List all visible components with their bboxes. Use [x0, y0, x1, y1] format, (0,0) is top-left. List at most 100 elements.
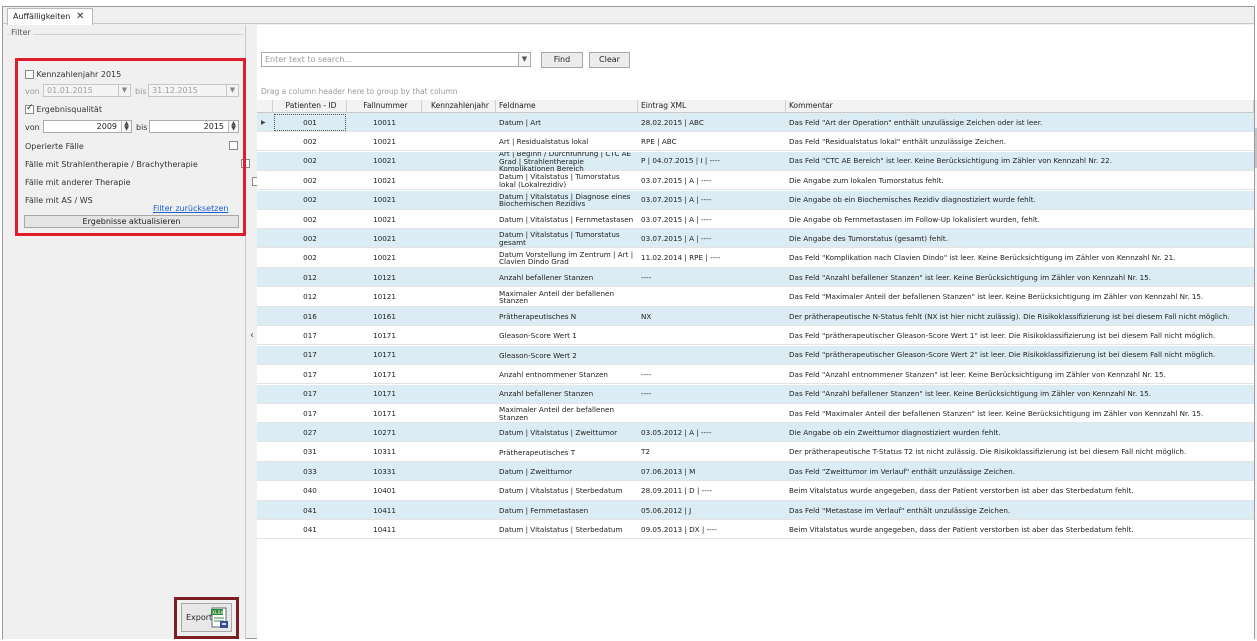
cell-eintrag-xml[interactable]: 28.02.2015 | ABC	[638, 113, 786, 132]
cell-fallnummer[interactable]: 10121	[347, 288, 422, 307]
cell-kennzahlenjahr[interactable]	[422, 132, 496, 151]
cell-kommentar[interactable]: Das Feld "Anzahl befallener Stanzen" ist…	[786, 268, 1254, 287]
table-row[interactable]: 002 10021 Datum | Vitalstatus | Tumorstatu…	[257, 171, 1254, 191]
cell-kennzahlenjahr[interactable]	[422, 385, 496, 404]
cell-kommentar[interactable]: Der prätherapeutische N-Status fehlt (NX…	[786, 307, 1254, 326]
table-row[interactable]: ▶ 001 10011 Datum | Art 28.02.2015 | ABC Das …	[257, 113, 1254, 132]
cell-kennzahlenjahr[interactable]	[422, 210, 496, 229]
table-row[interactable]: 012 10121 Maximaler Anteil der befallenen …	[257, 288, 1254, 307]
cell-patienten-id[interactable]: 012	[273, 268, 347, 287]
cell-eintrag-xml[interactable]: 03.07.2015 | A | ----	[638, 191, 786, 210]
column-header-kennzahlenjahr[interactable]: Kennzahlenjahr	[422, 100, 496, 113]
cell-fallnummer[interactable]: 10021	[347, 210, 422, 229]
filter-reset-link[interactable]: Filter zurücksetzen	[153, 204, 228, 213]
cell-eintrag-xml[interactable]: ----	[638, 268, 786, 287]
cell-fallnummer[interactable]: 10171	[347, 385, 422, 404]
cell-patienten-id[interactable]: 033	[273, 462, 347, 481]
cell-kennzahlenjahr[interactable]	[422, 249, 496, 268]
cell-kennzahlenjahr[interactable]	[422, 346, 496, 365]
cell-feldname[interactable]: Prätherapeutisches N	[496, 307, 638, 326]
cell-kommentar[interactable]: Beim Vitalstatus wurde angegeben, dass d…	[786, 520, 1254, 539]
table-row[interactable]: 002 10021 Datum | Vitalstatus | Diagnose e…	[257, 190, 1254, 210]
column-header-eintrag-xml[interactable]: Eintrag XML	[638, 100, 786, 113]
cell-patienten-id[interactable]: 002	[273, 210, 347, 229]
search-input[interactable]: Enter text to search...	[261, 52, 519, 67]
cell-fallnummer[interactable]: 10171	[347, 404, 422, 423]
cell-eintrag-xml[interactable]: 28.09.2011 | D | ----	[638, 482, 786, 501]
cell-feldname[interactable]: Datum | Zweittumor	[496, 462, 638, 481]
cell-feldname[interactable]: Datum Vorstellung im Zentrum | Art | Cla…	[496, 249, 638, 268]
table-row[interactable]: 002 10021 Datum | Vitalstatus | Tumorstatu…	[257, 229, 1254, 249]
cell-patienten-id[interactable]: 041	[273, 501, 347, 520]
cell-patienten-id[interactable]: 002	[273, 152, 347, 171]
cell-patienten-id[interactable]: 002	[273, 132, 347, 151]
cell-kennzahlenjahr[interactable]	[422, 365, 496, 384]
cell-eintrag-xml[interactable]	[638, 288, 786, 307]
cell-fallnummer[interactable]: 10171	[347, 365, 422, 384]
table-row[interactable]: 017 10171 Maximaler Anteil der befallenen …	[257, 404, 1254, 423]
cell-eintrag-xml[interactable]	[638, 326, 786, 345]
table-row[interactable]: 040 10401 Datum | Vitalstatus | Sterbedatu…	[257, 482, 1254, 501]
cell-kommentar[interactable]: Das Feld "Komplikation nach Clavien Dind…	[786, 249, 1254, 268]
close-icon[interactable]: ✕	[76, 11, 84, 22]
cell-fallnummer[interactable]: 10121	[347, 268, 422, 287]
cell-kennzahlenjahr[interactable]	[422, 501, 496, 520]
cell-kennzahlenjahr[interactable]	[422, 404, 496, 423]
cell-feldname[interactable]: Anzahl entnommener Stanzen	[496, 365, 638, 384]
table-row[interactable]: 041 10411 Datum | Fernmetastasen 05.06.2012…	[257, 501, 1254, 520]
cell-eintrag-xml[interactable]: P | 04.07.2015 | I | ----	[638, 152, 786, 171]
update-results-button[interactable]: Ergebnisse aktualisieren	[24, 215, 239, 228]
cell-kennzahlenjahr[interactable]	[422, 443, 496, 462]
cell-kommentar[interactable]: Das Feld "prätherapeutischer Gleason-Sco…	[786, 326, 1254, 345]
cell-kommentar[interactable]: Die Angabe zum lokalen Tumorstatus fehlt…	[786, 171, 1254, 190]
cell-kommentar[interactable]: Das Feld "Zweittumor im Verlauf" enthält…	[786, 462, 1254, 481]
cell-feldname[interactable]: Anzahl befallener Stanzen	[496, 385, 638, 404]
cell-feldname[interactable]: Datum | Vitalstatus | Tumorstatus lokal …	[496, 171, 638, 190]
cell-patienten-id[interactable]: 017	[273, 326, 347, 345]
cell-kennzahlenjahr[interactable]	[422, 520, 496, 539]
cell-fallnummer[interactable]: 10021	[347, 132, 422, 151]
cell-patienten-id[interactable]: 002	[273, 171, 347, 190]
cell-kommentar[interactable]: Das Feld "prätherapeutischer Gleason-Sco…	[786, 346, 1254, 365]
cell-fallnummer[interactable]: 10271	[347, 423, 422, 442]
cell-feldname[interactable]: Art | Beginn / Durchführung | CTC AE Gra…	[496, 152, 638, 171]
cell-kennzahlenjahr[interactable]	[422, 423, 496, 442]
cell-kommentar[interactable]: Das Feld "Metastase im Verlauf" enthält …	[786, 501, 1254, 520]
cell-kommentar[interactable]: Das Feld "Art der Operation" enthält unz…	[786, 113, 1254, 132]
cell-patienten-id[interactable]: 017	[273, 404, 347, 423]
column-header-feldname[interactable]: Feldname	[496, 100, 638, 113]
cell-kennzahlenjahr[interactable]	[422, 326, 496, 345]
cell-eintrag-xml[interactable]: ----	[638, 385, 786, 404]
cell-kennzahlenjahr[interactable]	[422, 191, 496, 210]
cell-kennzahlenjahr[interactable]	[422, 307, 496, 326]
cell-eintrag-xml[interactable]: RPE | ABC	[638, 132, 786, 151]
cell-eintrag-xml[interactable]: 03.07.2015 | A | ----	[638, 210, 786, 229]
cell-eintrag-xml[interactable]: NX	[638, 307, 786, 326]
table-row[interactable]: 016 10161 Prätherapeutisches N NX Der präthe…	[257, 307, 1254, 326]
cell-patienten-id[interactable]: 017	[273, 365, 347, 384]
cell-fallnummer[interactable]: 10171	[347, 326, 422, 345]
table-row[interactable]: 033 10331 Datum | Zweittumor 07.06.2013 | M…	[257, 462, 1254, 482]
cell-feldname[interactable]: Datum | Art	[496, 113, 638, 132]
cell-kennzahlenjahr[interactable]	[422, 152, 496, 171]
chevron-down-icon[interactable]: ▼	[519, 52, 531, 67]
cell-kennzahlenjahr[interactable]	[422, 229, 496, 248]
cell-feldname[interactable]: Gleason-Score Wert 1	[496, 326, 638, 345]
cell-kommentar[interactable]: Die Angabe ob ein Zweittumor diagnostizi…	[786, 423, 1254, 442]
cell-kommentar[interactable]: Das Feld "Residualstatus lokal" enthält …	[786, 132, 1254, 151]
cell-patienten-id[interactable]: 031	[273, 443, 347, 462]
table-row[interactable]: 012 10121 Anzahl befallener Stanzen ---- Das…	[257, 268, 1254, 288]
cell-fallnummer[interactable]: 10021	[347, 191, 422, 210]
cell-patienten-id[interactable]: 027	[273, 423, 347, 442]
cell-fallnummer[interactable]: 10331	[347, 462, 422, 481]
cell-eintrag-xml[interactable]: 05.06.2012 | J	[638, 501, 786, 520]
table-row[interactable]: 002 10021 Art | Residualstatus lokal RPE | …	[257, 132, 1254, 152]
cell-feldname[interactable]: Datum | Vitalstatus | Sterbedatum	[496, 520, 638, 539]
export-button[interactable]: Export XLSX	[181, 603, 232, 632]
cell-feldname[interactable]: Datum | Fernmetastasen	[496, 501, 638, 520]
cell-patienten-id[interactable]: 002	[273, 249, 347, 268]
table-row[interactable]: 017 10171 Gleason-Score Wert 1 Das Feld "pr…	[257, 326, 1254, 346]
column-header-fallnummer[interactable]: Fallnummer	[347, 100, 422, 113]
cell-eintrag-xml[interactable]: T2	[638, 443, 786, 462]
collapse-panel-chevron-icon[interactable]: ‹	[250, 330, 254, 341]
